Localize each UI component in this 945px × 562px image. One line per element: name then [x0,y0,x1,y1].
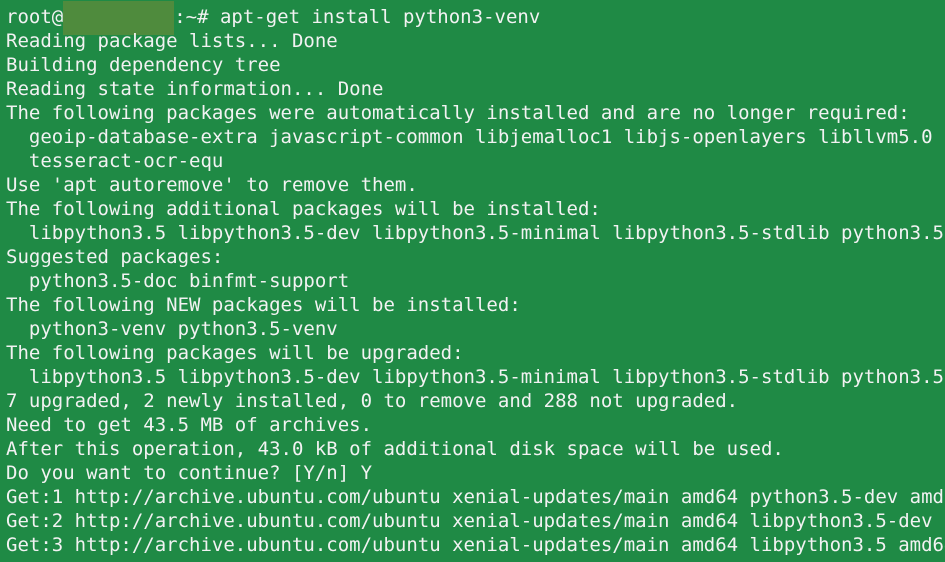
output-line: The following packages were automaticall… [6,102,910,124]
output-line: Need to get 43.5 MB of archives. [6,414,373,436]
prompt-line: root@ :~# apt-get install python3-venv [6,1,541,35]
prompt-suffix: :~# [174,6,220,28]
output-line: python3-venv python3.5-venv [6,318,338,340]
output-line: libpython3.5 libpython3.5-dev libpython3… [6,366,944,388]
output-line: Building dependency tree [6,54,281,76]
output-line: The following additional packages will b… [6,198,601,220]
prompt-user: root@ [6,6,64,28]
output-line: Do you want to continue? [Y/n] Y [6,462,373,484]
output-line: The following packages will be upgraded: [6,342,464,364]
output-line: 7 upgraded, 2 newly installed, 0 to remo… [6,390,739,412]
terminal-window[interactable]: root@ :~# apt-get install python3-venv Re… [0,0,945,562]
output-line: Get:2 http://archive.ubuntu.com/ubuntu x… [6,510,945,532]
output-line: python3.5-doc binfmt-support [6,270,350,292]
output-line: libpython3.5 libpython3.5-dev libpython3… [6,222,944,244]
output-line: Get:1 http://archive.ubuntu.com/ubuntu x… [6,486,945,508]
output-line: The following NEW packages will be insta… [6,294,521,316]
output-line: Reading package lists... Done [6,30,338,52]
output-line: geoip-database-extra javascript-common l… [6,126,945,148]
output-line: Get:3 http://archive.ubuntu.com/ubuntu x… [6,534,945,556]
command-text: apt-get install python3-venv [219,6,541,28]
output-line: Suggested packages: [6,246,224,268]
output-line: Reading state information... Done [6,78,384,100]
output-line: After this operation, 43.0 kB of additio… [6,438,784,460]
output-line: tesseract-ocr-equ [6,150,224,172]
output-line: Use 'apt autoremove' to remove them. [6,174,418,196]
